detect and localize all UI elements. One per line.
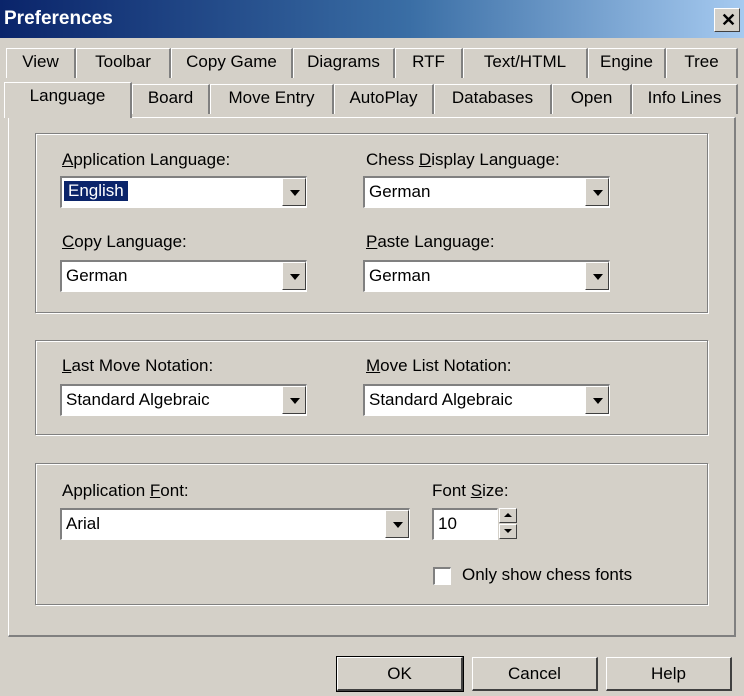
app-language-value: English — [63, 180, 129, 202]
close-button[interactable]: ✕ — [714, 8, 740, 32]
help-button[interactable]: Help — [606, 657, 732, 691]
spin-up-icon[interactable] — [499, 508, 517, 523]
app-font-select[interactable]: Arial — [60, 508, 410, 540]
tab-engine[interactable]: Engine — [588, 48, 666, 78]
chevron-down-icon[interactable] — [585, 262, 609, 290]
tab-move-entry[interactable]: Move Entry — [210, 84, 334, 114]
tab-view[interactable]: View — [6, 48, 76, 78]
display-language-label: Chess Display Language: — [366, 150, 560, 169]
tab-language[interactable]: Language — [4, 82, 132, 118]
copy-language-label: Copy Language: — [62, 232, 187, 251]
title-bar: Preferences ✕ — [0, 0, 744, 38]
font-size-input[interactable]: 10 — [432, 508, 498, 540]
last-move-value: Standard Algebraic — [66, 390, 210, 409]
display-language-value: German — [369, 182, 431, 201]
chess-fonts-label: Only show chess fonts — [462, 565, 633, 584]
tab-text-html[interactable]: Text/HTML — [463, 48, 588, 78]
font-size-value: 10 — [438, 514, 457, 533]
move-list-label: Move List Notation: — [366, 356, 512, 375]
last-move-select[interactable]: Standard Algebraic — [60, 384, 307, 416]
ok-button[interactable]: OK — [336, 656, 464, 692]
chess-fonts-checkbox[interactable] — [433, 567, 451, 585]
last-move-label: Last Move Notation: — [62, 356, 214, 375]
tab-rtf[interactable]: RTF — [395, 48, 463, 78]
tab-board[interactable]: Board — [132, 84, 210, 114]
chevron-down-icon[interactable] — [282, 386, 306, 414]
app-font-label: Application Font: — [62, 481, 189, 500]
cancel-button[interactable]: Cancel — [472, 657, 598, 691]
preferences-dialog: Preferences ✕ View Toolbar Copy Game Dia… — [0, 0, 744, 696]
app-font-value: Arial — [66, 514, 101, 533]
tab-toolbar[interactable]: Toolbar — [76, 48, 171, 78]
tab-diagrams[interactable]: Diagrams — [293, 48, 395, 78]
display-language-select[interactable]: German — [363, 176, 610, 208]
tab-copy-game[interactable]: Copy Game — [171, 48, 293, 78]
move-list-select[interactable]: Standard Algebraic — [363, 384, 610, 416]
copy-language-value: German — [66, 266, 128, 285]
app-language-label: Application Language: — [62, 150, 231, 169]
chevron-down-icon[interactable] — [585, 386, 609, 414]
paste-language-value: German — [369, 266, 431, 285]
copy-language-select[interactable]: German — [60, 260, 307, 292]
chevron-down-icon[interactable] — [385, 510, 409, 538]
tab-autoplay[interactable]: AutoPlay — [334, 84, 434, 114]
app-language-select[interactable]: English — [60, 176, 307, 208]
chevron-down-icon[interactable] — [282, 262, 306, 290]
chevron-down-icon[interactable] — [585, 178, 609, 206]
spin-down-icon[interactable] — [499, 524, 517, 539]
paste-language-select[interactable]: German — [363, 260, 610, 292]
close-icon: ✕ — [721, 10, 737, 30]
tab-tree[interactable]: Tree — [666, 48, 738, 78]
paste-language-label: Paste Language: — [366, 232, 495, 251]
tab-info-lines[interactable]: Info Lines — [632, 84, 738, 114]
chevron-down-icon[interactable] — [282, 178, 306, 206]
move-list-value: Standard Algebraic — [369, 390, 513, 409]
tab-databases[interactable]: Databases — [434, 84, 552, 114]
window-title: Preferences — [4, 8, 113, 29]
font-size-label: Font Size: — [432, 481, 509, 500]
tab-open[interactable]: Open — [552, 84, 632, 114]
